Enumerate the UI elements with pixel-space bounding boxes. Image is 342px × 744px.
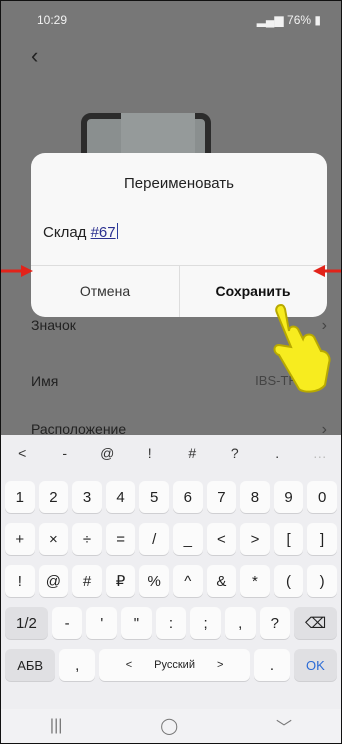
key-row-symbols-2: ! @ # ₽ % ^ & * ( ) (5, 565, 337, 597)
key[interactable]: > (240, 523, 270, 555)
cancel-button[interactable]: Отмена (31, 265, 179, 317)
key-row-symbols-1: + × ÷ = / _ < > [ ] (5, 523, 337, 555)
input-text-number: #67 (90, 224, 116, 241)
toolbar-key[interactable]: . (256, 445, 299, 461)
arrow-left-icon (313, 265, 341, 277)
back-arrow-icon[interactable]: ‹ (31, 43, 38, 69)
key-row-symbols-3: 1/2 - ' " : ; , ? ⌫ (5, 607, 337, 639)
key[interactable]: & (206, 565, 237, 597)
key[interactable]: ] (307, 523, 337, 555)
input-text-prefix: Склад (43, 224, 91, 241)
back-nav-icon[interactable]: ﹀ (276, 714, 292, 738)
toolbar-back-key[interactable]: < (1, 445, 44, 461)
dialog-title: Переименовать (124, 175, 234, 192)
backspace-icon[interactable]: ⌫ (294, 607, 337, 639)
toolbar-key[interactable]: @ (86, 445, 129, 461)
key[interactable]: ' (86, 607, 118, 639)
rename-input[interactable]: Склад #67 (43, 223, 118, 241)
signal-icon: ▂▄▆ (256, 13, 284, 27)
key[interactable]: × (38, 523, 69, 555)
dot-key[interactable]: . (253, 649, 290, 681)
key[interactable]: ? (259, 607, 291, 639)
key[interactable]: " (121, 607, 152, 639)
key[interactable]: _ (172, 523, 203, 555)
row-icon-label: Значок (31, 317, 76, 333)
rename-dialog: Переименовать Склад #67 Отмена Сохранить (31, 153, 327, 317)
key[interactable]: ÷ (72, 523, 102, 555)
toolbar-key[interactable]: ? (214, 445, 257, 461)
text-caret (116, 223, 118, 239)
key[interactable]: [ (273, 523, 304, 555)
key[interactable]: 1 (5, 481, 35, 513)
key[interactable]: ^ (172, 565, 203, 597)
key[interactable]: 3 (72, 481, 102, 513)
key[interactable]: / (139, 523, 169, 555)
toolbar-key[interactable]: # (171, 445, 214, 461)
abc-key[interactable]: АБВ (5, 649, 56, 681)
battery-level: 76% (287, 13, 312, 27)
screen-frame: 10:29 ▂▄▆ 76% ▮ ‹ Значок › Имя IBS-TH3 Р… (0, 0, 342, 744)
key[interactable]: @ (38, 565, 69, 597)
toolbar-key[interactable]: ! (129, 445, 172, 461)
battery-icon: ▮ (314, 13, 321, 27)
key-row-numbers: 1 2 3 4 5 6 7 8 9 0 (5, 481, 337, 513)
pointing-hand-icon (273, 303, 331, 393)
key[interactable]: ! (5, 565, 35, 597)
key[interactable]: , (224, 607, 256, 639)
row-name-label: Имя (31, 373, 59, 389)
ok-key[interactable]: OK (293, 649, 337, 681)
key[interactable]: 8 (240, 481, 270, 513)
key-row-bottom: АБВ , < Русский > . OK (5, 649, 337, 681)
comma-key[interactable]: , (59, 649, 96, 681)
key[interactable]: 0 (307, 481, 337, 513)
device-screen-image (121, 113, 195, 153)
arrow-right-icon (1, 265, 33, 277)
key[interactable]: = (105, 523, 136, 555)
key[interactable]: 4 (105, 481, 136, 513)
key[interactable]: ( (273, 565, 304, 597)
key[interactable]: ₽ (105, 565, 136, 597)
key[interactable]: + (5, 523, 35, 555)
key[interactable]: ) (307, 565, 337, 597)
keyboard-toolbar: < - @ ! # ? . … (1, 435, 341, 471)
system-nav-bar: ||| ◯ ﹀ (1, 709, 341, 743)
status-bar: 10:29 ▂▄▆ 76% ▮ (1, 1, 341, 35)
key[interactable]: - (51, 607, 83, 639)
key[interactable]: 6 (172, 481, 203, 513)
home-icon[interactable]: ◯ (160, 716, 178, 736)
keyboard: < - @ ! # ? . … 1 2 3 4 5 6 7 8 9 0 + × … (1, 435, 341, 709)
status-right: ▂▄▆ 76% ▮ (257, 13, 321, 27)
space-key[interactable]: < Русский > (99, 649, 250, 681)
page-toggle-key[interactable]: 1/2 (5, 607, 48, 639)
language-label: Русский (154, 659, 195, 671)
cursor-right-key[interactable]: > (217, 659, 223, 671)
key[interactable]: 2 (38, 481, 69, 513)
key[interactable]: 7 (206, 481, 237, 513)
key[interactable]: * (240, 565, 270, 597)
cursor-left-key[interactable]: < (126, 659, 132, 671)
toolbar-key[interactable]: - (44, 445, 87, 461)
recents-icon[interactable]: ||| (50, 717, 62, 735)
toolbar-more-key[interactable]: … (299, 445, 342, 461)
status-time: 10:29 (37, 13, 68, 27)
key[interactable]: # (72, 565, 102, 597)
key[interactable]: < (206, 523, 237, 555)
key[interactable]: % (139, 565, 169, 597)
key[interactable]: : (155, 607, 187, 639)
key[interactable]: 9 (273, 481, 304, 513)
key[interactable]: ; (190, 607, 221, 639)
key[interactable]: 5 (139, 481, 169, 513)
